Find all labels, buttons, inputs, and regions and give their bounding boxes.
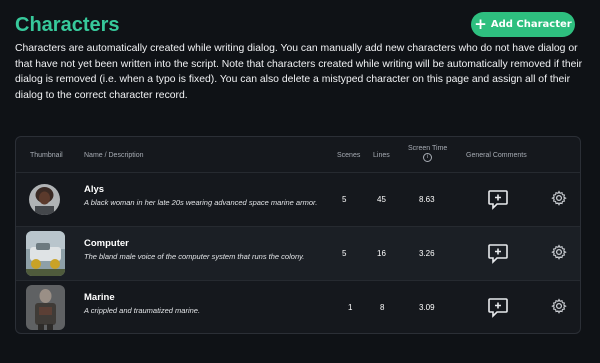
screen-time-value: 3.26 — [419, 249, 435, 258]
computer-vehicle-image[interactable] — [26, 231, 65, 276]
lines-count: 45 — [377, 195, 386, 204]
character-description: The bland male voice of the computer sys… — [84, 252, 305, 261]
page-description: Characters are automatically created whi… — [15, 43, 583, 101]
add-character-button[interactable]: + Add Character — [471, 12, 575, 37]
alys-portrait[interactable] — [29, 184, 60, 215]
add-comment-icon[interactable] — [487, 296, 509, 318]
table-row: Marine A crippled and traumatized marine… — [16, 280, 580, 333]
table-row: Computer The bland male voice of the com… — [16, 226, 580, 280]
page-title: Characters — [15, 14, 120, 36]
marine-figure-image[interactable] — [26, 285, 65, 330]
character-description: A black woman in her late 20s wearing ad… — [84, 198, 318, 207]
column-thumbnail: Thumbnail — [30, 152, 63, 159]
column-general-comments: General Comments — [466, 152, 527, 159]
lines-count: 8 — [380, 303, 385, 312]
plus-icon: + — [474, 15, 487, 33]
character-name[interactable]: Marine — [84, 292, 115, 303]
add-character-label: Add Character — [490, 19, 572, 30]
scenes-count: 5 — [342, 195, 347, 204]
column-lines: Lines — [373, 152, 390, 159]
lines-count: 16 — [377, 249, 386, 258]
screen-time-value: 3.09 — [419, 303, 435, 312]
screen-time-value: 8.63 — [419, 195, 435, 204]
table-header: Thumbnail Name / Description Scenes Line… — [16, 137, 580, 173]
add-comment-icon[interactable] — [487, 242, 509, 264]
character-description: A crippled and traumatized marine. — [84, 306, 201, 315]
add-comment-icon[interactable] — [487, 188, 509, 210]
column-scenes: Scenes — [337, 152, 361, 159]
column-name-description: Name / Description — [84, 152, 144, 159]
character-name[interactable]: Alys — [84, 184, 104, 195]
scenes-count: 1 — [348, 303, 353, 312]
column-screen-time: Screen Time — [408, 145, 448, 152]
character-name[interactable]: Computer — [84, 238, 129, 249]
info-icon[interactable]: i — [423, 153, 432, 162]
gear-icon[interactable] — [551, 190, 567, 206]
gear-icon[interactable] — [551, 298, 567, 314]
scenes-count: 5 — [342, 249, 347, 258]
gear-icon[interactable] — [551, 244, 567, 260]
characters-table: Thumbnail Name / Description Scenes Line… — [15, 136, 581, 334]
table-row: Alys A black woman in her late 20s weari… — [16, 172, 580, 226]
